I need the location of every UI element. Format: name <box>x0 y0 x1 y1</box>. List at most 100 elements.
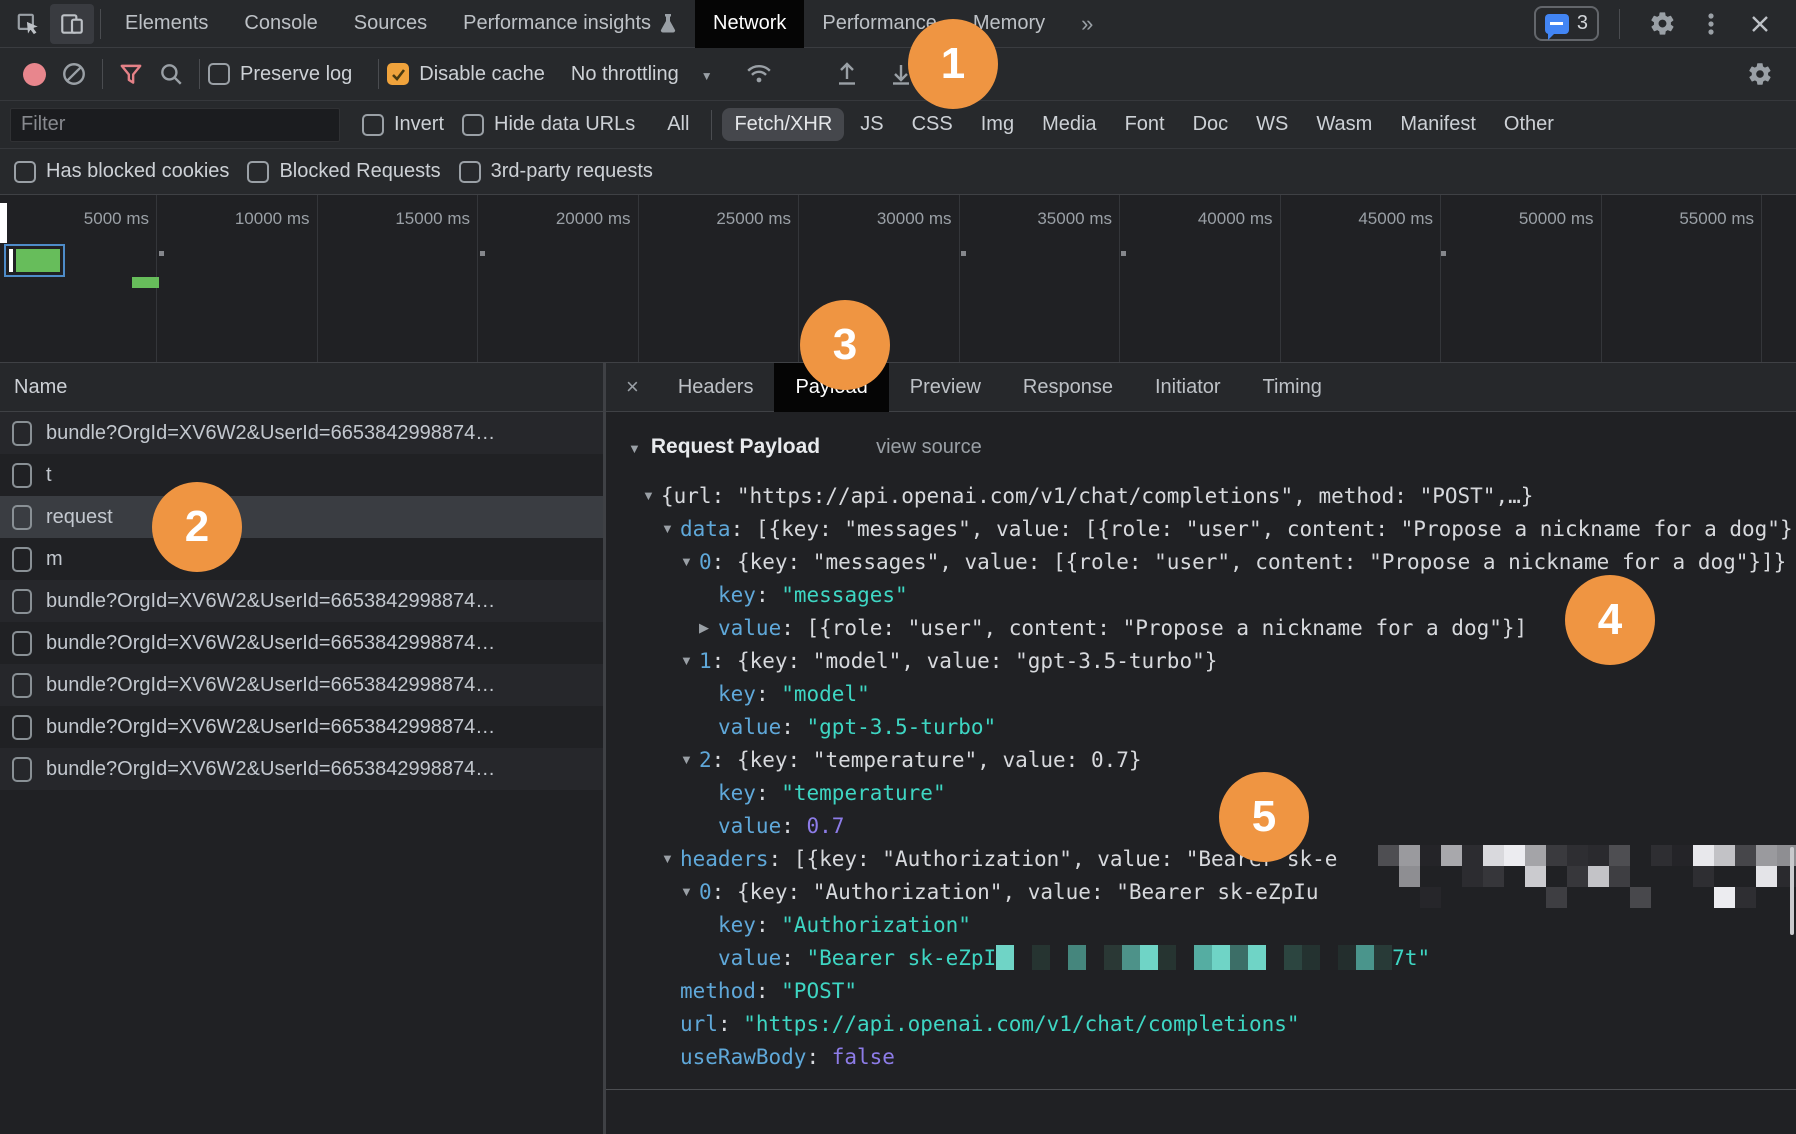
request-row[interactable]: bundle?OrgId=XV6W2&UserId=6653842998874… <box>0 664 603 706</box>
clear-network-log-icon[interactable] <box>54 54 94 94</box>
preserve-log-label[interactable]: Preserve log <box>240 63 352 86</box>
invert-label[interactable]: Invert <box>394 113 444 136</box>
inspect-element-icon[interactable] <box>6 4 50 44</box>
json-tree-row[interactable]: url: "https://api.openai.com/v1/chat/com… <box>606 1008 1796 1041</box>
json-tree-row[interactable]: ▼data: [{key: "messages", value: [{role:… <box>606 513 1796 546</box>
json-tree-row[interactable]: ▼{url: "https://api.openai.com/v1/chat/c… <box>606 480 1796 513</box>
scrollbar-thumb[interactable] <box>1790 847 1794 935</box>
detail-tab-initiator[interactable]: Initiator <box>1134 363 1242 412</box>
disclosure-down-icon[interactable]: ▼ <box>680 744 699 776</box>
request-row[interactable]: bundle?OrgId=XV6W2&UserId=6653842998874… <box>0 622 603 664</box>
view-source-link[interactable]: view source <box>876 436 982 459</box>
hide-data-urls-checkbox[interactable] <box>462 114 484 136</box>
filter-type-doc[interactable]: Doc <box>1181 108 1241 141</box>
disclosure-down-icon[interactable]: ▼ <box>661 513 680 545</box>
request-checkbox[interactable] <box>12 589 32 614</box>
name-column-header[interactable]: Name <box>0 363 603 412</box>
json-tree-row[interactable]: ▼0: {key: "messages", value: [{role: "us… <box>606 546 1796 579</box>
3rd-party-requests-checkbox[interactable] <box>459 161 481 183</box>
filter-type-media[interactable]: Media <box>1030 108 1108 141</box>
json-tree-row[interactable]: key: "temperature" <box>606 777 1796 810</box>
detail-tab-response[interactable]: Response <box>1002 363 1134 412</box>
request-row[interactable]: bundle?OrgId=XV6W2&UserId=6653842998874… <box>0 580 603 622</box>
request-row[interactable]: bundle?OrgId=XV6W2&UserId=6653842998874… <box>0 412 603 454</box>
request-checkbox[interactable] <box>12 631 32 656</box>
disclosure-down-icon[interactable]: ▼ <box>680 546 699 578</box>
blocked-requests-checkbox[interactable] <box>247 161 269 183</box>
tab-sources[interactable]: Sources <box>336 0 445 48</box>
request-checkbox[interactable] <box>12 673 32 698</box>
network-overview-timeline[interactable]: 5000 ms10000 ms15000 ms20000 ms25000 ms3… <box>0 195 1796 363</box>
more-tabs-icon[interactable]: » <box>1063 0 1111 48</box>
filter-type-all[interactable]: All <box>655 108 701 141</box>
json-tree-row[interactable]: method: "POST" <box>606 975 1796 1008</box>
issues-counter[interactable]: 3 <box>1534 6 1599 41</box>
close-devtools-icon[interactable] <box>1738 4 1782 44</box>
checkbox-label[interactable]: 3rd-party requests <box>491 160 653 183</box>
disclosure-down-icon[interactable]: ▼ <box>642 480 661 512</box>
json-tree-row[interactable]: value: "gpt-3.5-turbo" <box>606 711 1796 744</box>
request-row[interactable]: bundle?OrgId=XV6W2&UserId=6653842998874… <box>0 706 603 748</box>
filter-type-css[interactable]: CSS <box>900 108 965 141</box>
search-icon[interactable] <box>151 54 191 94</box>
more-options-icon[interactable] <box>1698 4 1724 44</box>
disclosure-down-icon[interactable]: ▼ <box>680 645 699 677</box>
json-tree-row[interactable]: ▼2: {key: "temperature", value: 0.7} <box>606 744 1796 777</box>
request-checkbox[interactable] <box>12 421 32 446</box>
checkbox-label[interactable]: Has blocked cookies <box>46 160 229 183</box>
network-settings-gear-icon[interactable] <box>1740 54 1780 94</box>
disclosure-down-icon[interactable]: ▼ <box>661 843 680 875</box>
request-checkbox[interactable] <box>12 715 32 740</box>
request-checkbox[interactable] <box>12 757 32 782</box>
tab-network[interactable]: Network <box>695 0 804 48</box>
disable-cache-label[interactable]: Disable cache <box>419 63 545 86</box>
filter-input[interactable] <box>10 108 340 142</box>
filter-type-font[interactable]: Font <box>1113 108 1177 141</box>
filter-type-manifest[interactable]: Manifest <box>1388 108 1488 141</box>
record-button[interactable] <box>14 54 54 94</box>
filter-type-fetch-xhr[interactable]: Fetch/XHR <box>722 108 844 141</box>
request-checkbox[interactable] <box>12 505 32 530</box>
disable-cache-checkbox[interactable] <box>387 63 409 85</box>
timeline-selected-request-bar[interactable] <box>4 244 65 277</box>
invert-checkbox[interactable] <box>362 114 384 136</box>
tab-elements[interactable]: Elements <box>107 0 226 48</box>
device-toolbar-icon[interactable] <box>50 4 94 44</box>
network-conditions-icon[interactable] <box>739 54 779 94</box>
filter-type-ws[interactable]: WS <box>1244 108 1300 141</box>
disclosure-down-icon[interactable]: ▼ <box>680 876 699 908</box>
disclosure-triangle-icon[interactable]: ▼ <box>628 441 641 456</box>
timeline-selection-handle[interactable] <box>0 203 7 243</box>
filter-type-wasm[interactable]: Wasm <box>1304 108 1384 141</box>
filter-type-img[interactable]: Img <box>969 108 1026 141</box>
import-har-icon[interactable] <box>827 54 867 94</box>
disclosure-right-icon[interactable]: ▶ <box>699 612 718 644</box>
tab-console[interactable]: Console <box>226 0 335 48</box>
detail-tab-preview[interactable]: Preview <box>889 363 1002 412</box>
request-row[interactable]: m <box>0 538 603 580</box>
throttling-select[interactable]: No throttling <box>571 63 679 86</box>
json-tree-row[interactable]: key: "model" <box>606 678 1796 711</box>
filter-type-js[interactable]: JS <box>848 108 895 141</box>
filter-type-other[interactable]: Other <box>1492 108 1566 141</box>
json-tree-row[interactable]: value: "Bearer sk-eZpI7t" <box>606 942 1796 975</box>
settings-gear-icon[interactable] <box>1640 4 1684 44</box>
filter-funnel-icon[interactable] <box>111 54 151 94</box>
has-blocked-cookies-checkbox[interactable] <box>14 161 36 183</box>
request-row[interactable]: bundle?OrgId=XV6W2&UserId=6653842998874… <box>0 748 603 790</box>
request-row[interactable]: request <box>0 496 603 538</box>
detail-tab-timing[interactable]: Timing <box>1242 363 1343 412</box>
json-tree-row[interactable]: value: 0.7 <box>606 810 1796 843</box>
tab-performance-insights[interactable]: Performance insights <box>445 0 695 48</box>
request-checkbox[interactable] <box>12 547 32 572</box>
chevron-down-icon[interactable]: ▼ <box>701 69 713 83</box>
preserve-log-checkbox[interactable] <box>208 63 230 85</box>
detail-tab-headers[interactable]: Headers <box>657 363 775 412</box>
checkbox-label[interactable]: Blocked Requests <box>279 160 440 183</box>
close-detail-icon[interactable]: × <box>606 374 657 400</box>
hide-data-urls-label[interactable]: Hide data URLs <box>494 113 635 136</box>
request-row[interactable]: t <box>0 454 603 496</box>
json-tree-row[interactable]: useRawBody: false <box>606 1041 1796 1074</box>
request-checkbox[interactable] <box>12 463 32 488</box>
timeline-request-bar[interactable] <box>132 277 159 288</box>
